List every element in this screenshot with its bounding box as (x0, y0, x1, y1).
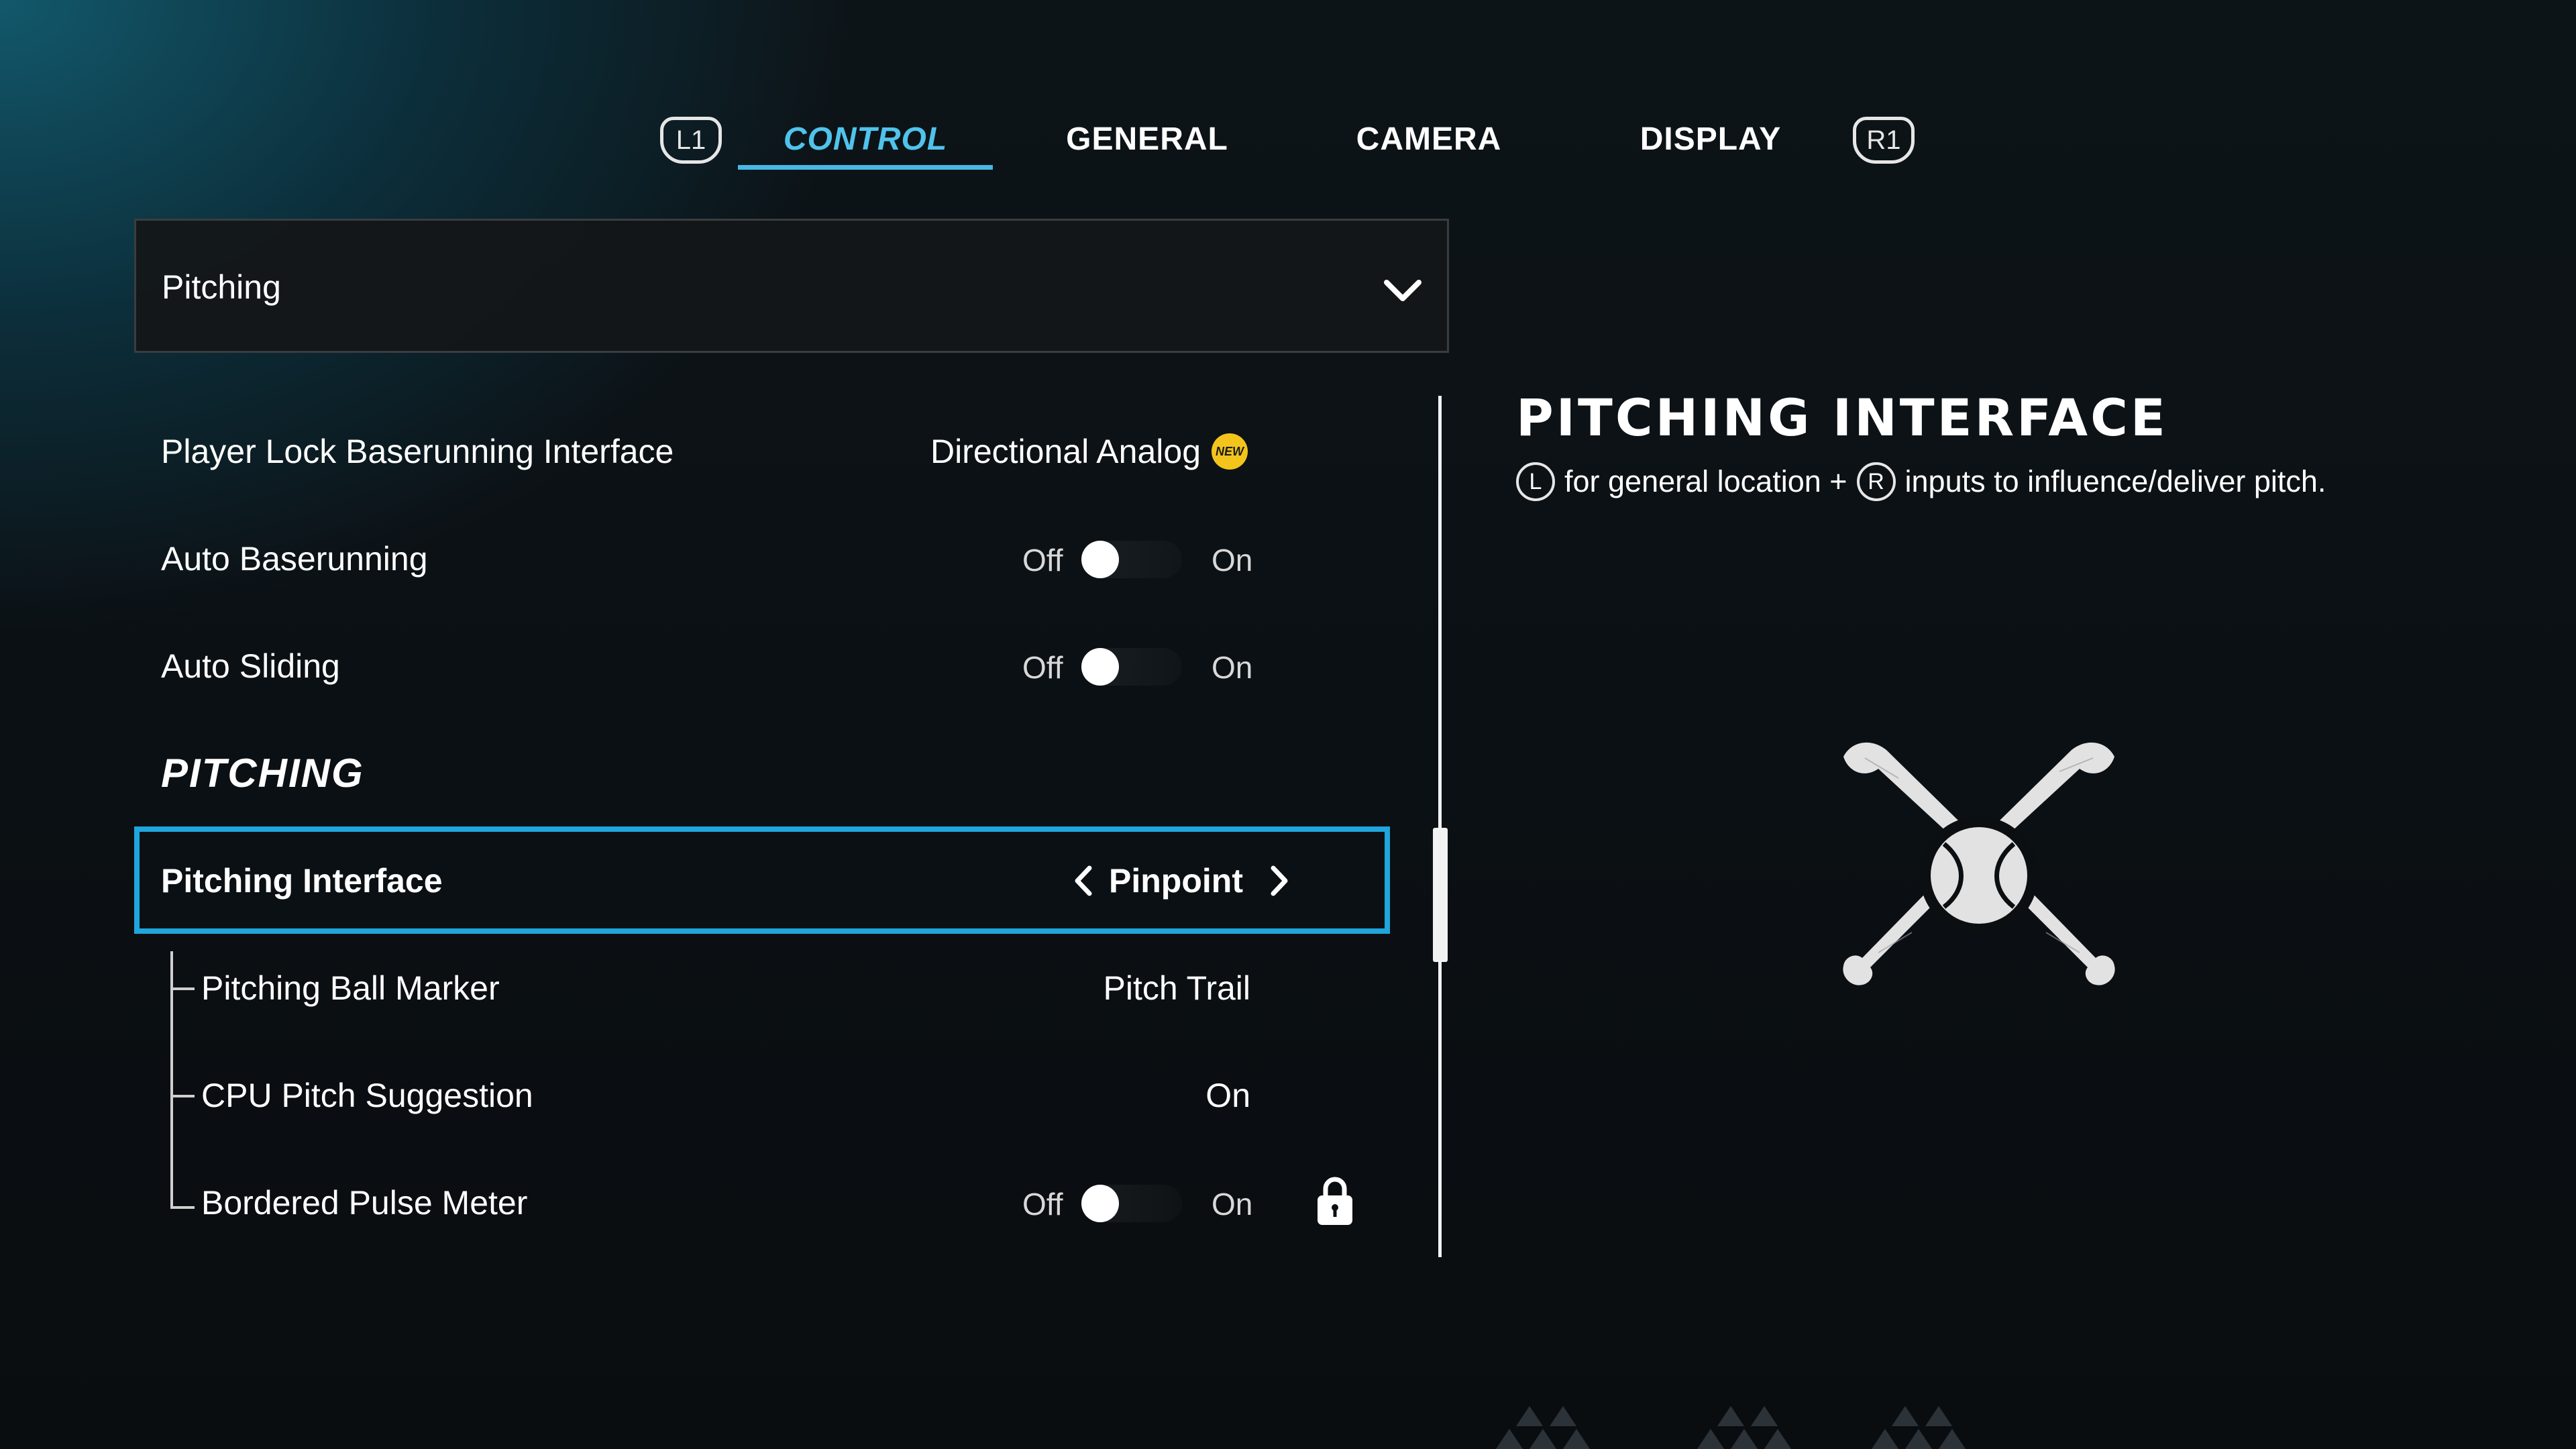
right-stick-icon: R (1856, 462, 1896, 501)
tab-camera-label: CAMERA (1356, 121, 1502, 157)
auto-sliding-off-label: Off (1022, 650, 1063, 685)
tab-general-label: GENERAL (1066, 121, 1228, 157)
l1-bumper-icon[interactable]: L1 (660, 117, 722, 164)
cpu-pitch-suggestion-value: On (1205, 1077, 1250, 1114)
pitching-interface-value: Pinpoint (1109, 862, 1243, 900)
info-text-2: inputs to influence/deliver pitch. (1904, 464, 2326, 498)
pitching-ball-marker-label: Pitching Ball Marker (201, 969, 500, 1007)
auto-baserunning-toggle-knob (1081, 541, 1119, 578)
decorative-pattern (1496, 1406, 1966, 1449)
chevron-down-icon (1384, 280, 1421, 301)
section-header-pitching: PITCHING (161, 751, 364, 796)
chevron-right-icon[interactable] (1268, 864, 1291, 898)
dropdown-selected-label: Pitching (162, 268, 281, 306)
active-tab-underline (738, 165, 993, 170)
tab-display[interactable]: DISPLAY (1583, 121, 1838, 174)
player-lock-value: Directional Analog (930, 433, 1201, 470)
cpu-pitch-suggestion-label: CPU Pitch Suggestion (201, 1077, 533, 1114)
left-stick-icon: L (1516, 462, 1555, 501)
tree-branch-2 (170, 1095, 195, 1097)
lock-icon (1318, 1177, 1352, 1225)
r1-bumper-icon[interactable]: R1 (1853, 117, 1915, 164)
category-dropdown[interactable]: Pitching (134, 219, 1449, 353)
tab-control-label: CONTROL (783, 121, 948, 157)
auto-sliding-label: Auto Sliding (161, 647, 340, 685)
tree-branch-1 (170, 987, 195, 990)
auto-baserunning-off-label: Off (1022, 543, 1063, 578)
bordered-pulse-meter-off-label: Off (1022, 1187, 1063, 1222)
info-text-1: for general location + (1564, 464, 1847, 498)
info-description: L for general location + R inputs to inf… (1516, 460, 2335, 503)
info-title: PITCHING INTERFACE (1516, 388, 2168, 447)
tab-camera[interactable]: CAMERA (1301, 121, 1556, 174)
tab-display-label: DISPLAY (1640, 121, 1782, 157)
scrollbar-thumb[interactable] (1433, 828, 1448, 962)
tree-branch-3 (170, 1206, 195, 1209)
tab-general[interactable]: GENERAL (1020, 121, 1275, 174)
player-lock-label: Player Lock Baserunning Interface (161, 433, 674, 470)
pitching-interface-label: Pitching Interface (161, 862, 443, 900)
auto-baserunning-on-label: On (1212, 543, 1253, 578)
bordered-pulse-meter-label: Bordered Pulse Meter (201, 1184, 528, 1222)
new-badge: NEW (1212, 433, 1248, 470)
r1-label: R1 (1866, 125, 1901, 155)
l1-label: L1 (676, 125, 706, 155)
bordered-pulse-meter-on-label: On (1212, 1187, 1253, 1222)
chevron-left-icon[interactable] (1072, 864, 1095, 898)
auto-sliding-toggle-knob (1081, 648, 1119, 686)
auto-baserunning-label: Auto Baserunning (161, 540, 428, 578)
auto-sliding-on-label: On (1212, 650, 1253, 685)
crossed-bats-baseball-icon (1843, 742, 2115, 985)
bordered-pulse-meter-toggle-knob (1081, 1185, 1119, 1222)
pitching-ball-marker-value: Pitch Trail (1103, 969, 1250, 1007)
scrollbar-track[interactable] (1438, 396, 1442, 1257)
